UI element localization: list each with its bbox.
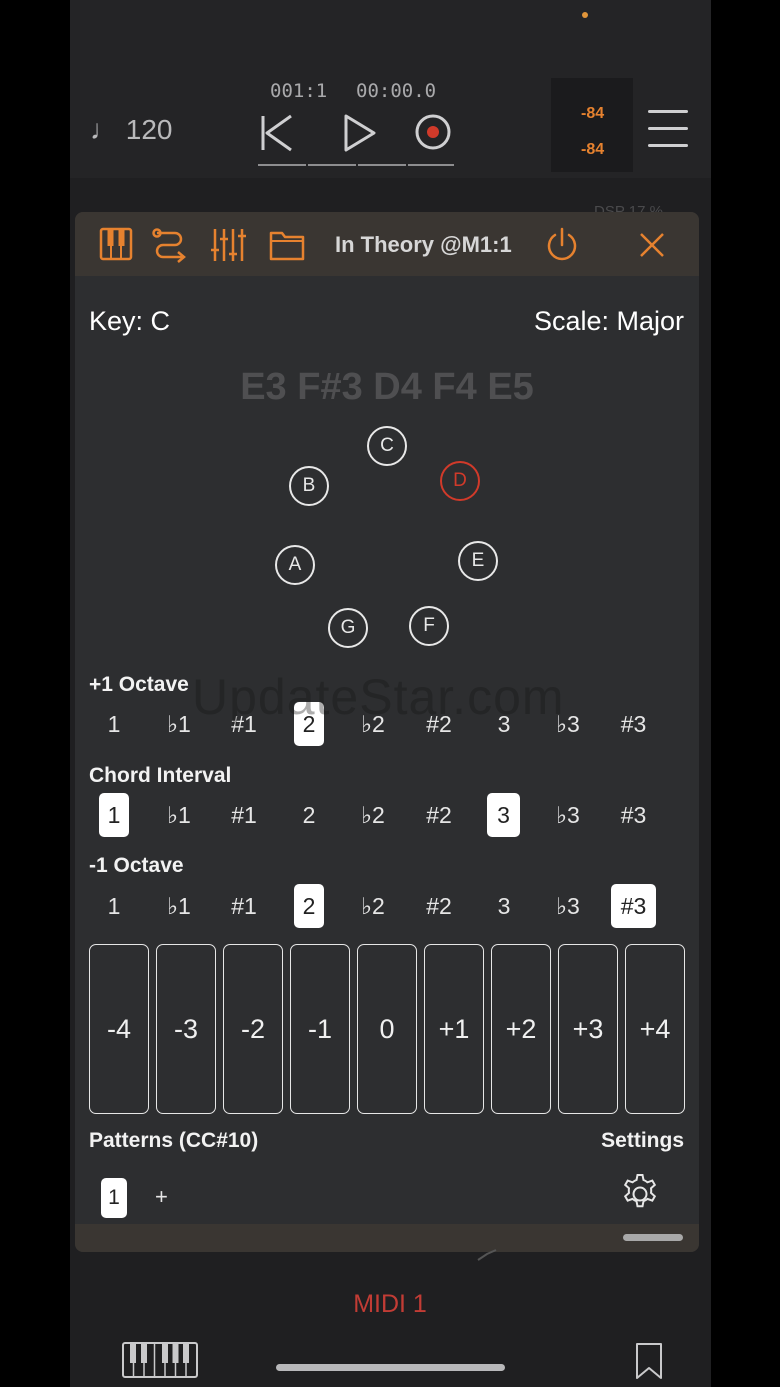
scale-selector[interactable]: Scale: Major xyxy=(534,306,684,337)
minus-octave-flat1[interactable]: ♭1 xyxy=(164,884,194,928)
chord-interval-2[interactable]: 2 xyxy=(294,793,324,837)
transport-underline xyxy=(408,164,454,166)
tempo-display[interactable]: ♩ 120 xyxy=(90,114,173,146)
close-icon[interactable] xyxy=(637,230,667,260)
add-pattern-button[interactable]: + xyxy=(155,1184,168,1210)
watermark-text: UpdateStar.com xyxy=(192,669,565,725)
minus-octave-1[interactable]: 1 xyxy=(99,884,129,928)
plus-octave-sharp3[interactable]: #3 xyxy=(611,702,656,746)
plus-octave-label: +1 Octave xyxy=(89,673,189,696)
plugin-header: In Theory @M1:1 xyxy=(75,212,699,276)
inversion-minus-2-button[interactable]: -2 xyxy=(223,944,283,1114)
chord-interval-sharp3[interactable]: #3 xyxy=(611,793,656,837)
inversion-minus-4-button[interactable]: -4 xyxy=(89,944,149,1114)
chord-interval-label: Chord Interval xyxy=(89,764,232,787)
bookmark-icon[interactable] xyxy=(634,1342,664,1380)
chord-interval-flat1[interactable]: ♭1 xyxy=(164,793,194,837)
note-c[interactable]: C xyxy=(367,426,407,466)
inversion-plus-2-button[interactable]: +2 xyxy=(491,944,551,1114)
mixer-icon[interactable] xyxy=(209,225,249,265)
menu-icon[interactable] xyxy=(648,110,688,150)
inversion-plus-4-button[interactable]: +4 xyxy=(625,944,685,1114)
chord-notes-display: E3 F#3 D4 F4 E5 xyxy=(240,366,534,408)
recording-indicator-dot xyxy=(582,12,588,18)
keyboard-icon[interactable] xyxy=(122,1342,198,1378)
power-icon[interactable] xyxy=(543,226,581,264)
minus-octave-flat2[interactable]: ♭2 xyxy=(358,884,388,928)
plus-octave-1[interactable]: 1 xyxy=(99,702,129,746)
note-a[interactable]: A xyxy=(275,545,315,585)
note-f[interactable]: F xyxy=(409,606,449,646)
routing-icon[interactable] xyxy=(151,225,189,265)
record-icon[interactable] xyxy=(413,110,453,156)
chord-interval-sharp1[interactable]: #1 xyxy=(229,793,259,837)
minus-octave-sharp1[interactable]: #1 xyxy=(229,884,259,928)
inversion-plus-1-button[interactable]: +1 xyxy=(424,944,484,1114)
settings-label: Settings xyxy=(601,1129,684,1152)
transport-underline xyxy=(258,164,306,166)
pattern-1-button[interactable]: 1 xyxy=(101,1178,127,1218)
time-position: 00:00.0 xyxy=(356,80,437,102)
note-b[interactable]: B xyxy=(289,466,329,506)
inversion-minus-1-button[interactable]: -1 xyxy=(290,944,350,1114)
track-name[interactable]: MIDI 1 xyxy=(0,1290,780,1319)
chord-interval-flat2[interactable]: ♭2 xyxy=(358,793,388,837)
transport-underline xyxy=(308,164,356,166)
gear-icon[interactable] xyxy=(618,1172,662,1216)
inversion-0-button[interactable]: 0 xyxy=(357,944,417,1114)
plugin-window: In Theory @M1:1 Key: C Scale: Major E3 F… xyxy=(75,212,699,1252)
minus-octave-2[interactable]: 2 xyxy=(294,884,324,928)
chord-interval-3[interactable]: 3 xyxy=(487,793,520,837)
keyboard-icon[interactable] xyxy=(99,227,133,261)
plugin-title: In Theory @M1:1 xyxy=(335,232,512,257)
plugin-resize-handle[interactable] xyxy=(623,1234,683,1241)
minus-octave-label: -1 Octave xyxy=(89,854,184,877)
bar-position: 001:1 xyxy=(270,80,328,102)
inversion-plus-3-button[interactable]: +3 xyxy=(558,944,618,1114)
chord-interval-flat3[interactable]: ♭3 xyxy=(553,793,583,837)
patterns-label: Patterns (CC#10) xyxy=(89,1129,259,1152)
minus-octave-3[interactable]: 3 xyxy=(489,884,519,928)
note-g[interactable]: G xyxy=(328,608,368,648)
meter-left-value: -84 xyxy=(581,105,605,122)
note-d[interactable]: D xyxy=(440,461,480,501)
chevron-icon xyxy=(477,1249,497,1261)
minus-octave-sharp3[interactable]: #3 xyxy=(611,884,656,928)
home-indicator[interactable] xyxy=(276,1364,505,1371)
folder-icon[interactable] xyxy=(268,228,306,262)
minus-octave-flat3[interactable]: ♭3 xyxy=(553,884,583,928)
play-icon[interactable] xyxy=(340,110,380,156)
key-selector[interactable]: Key: C xyxy=(89,306,170,337)
plugin-footer xyxy=(75,1224,699,1252)
transport-underline xyxy=(358,164,406,166)
minus-octave-sharp2[interactable]: #2 xyxy=(424,884,454,928)
plus-octave-flat1[interactable]: ♭1 xyxy=(164,702,194,746)
inversion-minus-3-button[interactable]: -3 xyxy=(156,944,216,1114)
chord-interval-sharp2[interactable]: #2 xyxy=(424,793,454,837)
rewind-icon[interactable] xyxy=(258,110,298,156)
note-e[interactable]: E xyxy=(458,541,498,581)
meter-right-value: -84 xyxy=(581,141,605,158)
output-meter: -84 -84 xyxy=(551,78,633,172)
chord-interval-1[interactable]: 1 xyxy=(99,793,129,837)
